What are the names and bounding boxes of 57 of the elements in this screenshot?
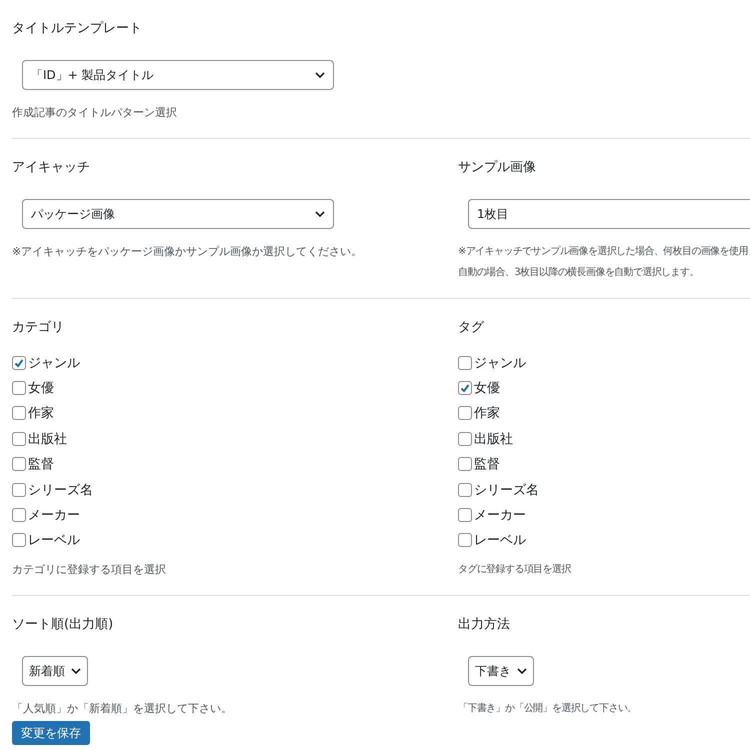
checkbox[interactable] [458, 533, 472, 548]
save-button[interactable]: 変更を保存 [12, 721, 90, 746]
checkbox[interactable] [12, 381, 26, 396]
select-field[interactable]: 1枚目 [468, 199, 750, 229]
checkbox[interactable] [458, 356, 472, 370]
checkbox-label: シリーズ名 [28, 482, 93, 499]
checkbox-label: シリーズ名 [474, 482, 539, 499]
checkbox-label: ジャンル [474, 354, 526, 372]
chevron-down-icon [315, 210, 325, 218]
checkbox[interactable] [12, 457, 26, 472]
checkbox[interactable] [12, 356, 26, 370]
help-text: 「下書き」か「公開」を選択して下さい。 [458, 702, 638, 716]
help-text: 自動の場合、3枚目以降の横長画像を自動で選択します。 [458, 266, 700, 280]
checkbox-label: 作家 [474, 405, 500, 422]
checkbox[interactable] [12, 482, 26, 497]
checkbox-label: 出版社 [474, 430, 513, 448]
chevron-down-icon [315, 72, 325, 78]
help-text: 「人気順」か「新着順」を選択して下さい。 [12, 701, 233, 718]
select-dropdown[interactable]: 「ID」+ 製品タイトル [22, 60, 334, 90]
help-text: ※アイキャッチをパッケージ画像かサンプル画像か選択してください。 [12, 244, 364, 260]
checkbox-label: 女優 [474, 380, 500, 398]
help-text: 作成記事のタイトルパターン選択 [12, 105, 178, 121]
field-label: ソート順(出力順) [12, 616, 114, 634]
chevron-down-icon [517, 668, 527, 675]
field-label: 出力方法 [458, 616, 511, 634]
checkbox-label: 監督 [474, 456, 500, 474]
select-dropdown[interactable]: パッケージ画像 [22, 199, 334, 229]
checkbox[interactable] [12, 432, 26, 446]
checkbox-label: 女優 [28, 380, 54, 398]
checkbox-label: 作家 [28, 405, 54, 422]
chevron-down-icon [71, 668, 81, 675]
select-dropdown[interactable]: 下書き [468, 656, 534, 686]
checkbox-label: ジャンル [28, 354, 80, 372]
checkbox-label: メーカー [474, 507, 526, 524]
help-text: カテゴリに登録する項目を選択 [12, 562, 167, 578]
field-label: カテゴリ [12, 319, 65, 337]
checkbox[interactable] [458, 381, 472, 396]
checkbox[interactable] [458, 432, 472, 446]
select-dropdown[interactable]: 新着順 [22, 656, 88, 686]
help-text: タグに登録する項目を選択 [458, 563, 572, 578]
help-text: ※アイキャッチでサンプル画像を選択した場合、何枚目の画像を使用 [458, 244, 749, 259]
field-label: タグ [458, 319, 486, 337]
checkbox[interactable] [458, 406, 472, 420]
checkbox[interactable] [12, 508, 26, 522]
checkbox[interactable] [458, 482, 472, 497]
checkbox-label: 出版社 [28, 430, 67, 448]
field-label: サンプル画像 [458, 159, 537, 177]
checkbox[interactable] [458, 508, 472, 522]
checkbox[interactable] [12, 406, 26, 420]
checkbox-label: メーカー [28, 507, 80, 524]
field-label: タイトルテンプレート [12, 20, 143, 38]
checkbox-label: 監督 [28, 456, 54, 474]
checkbox[interactable] [458, 457, 472, 472]
checkbox-label: レーベル [474, 532, 526, 550]
checkbox-label: レーベル [28, 532, 80, 550]
checkbox[interactable] [12, 533, 26, 548]
field-label: アイキャッチ [12, 159, 91, 177]
